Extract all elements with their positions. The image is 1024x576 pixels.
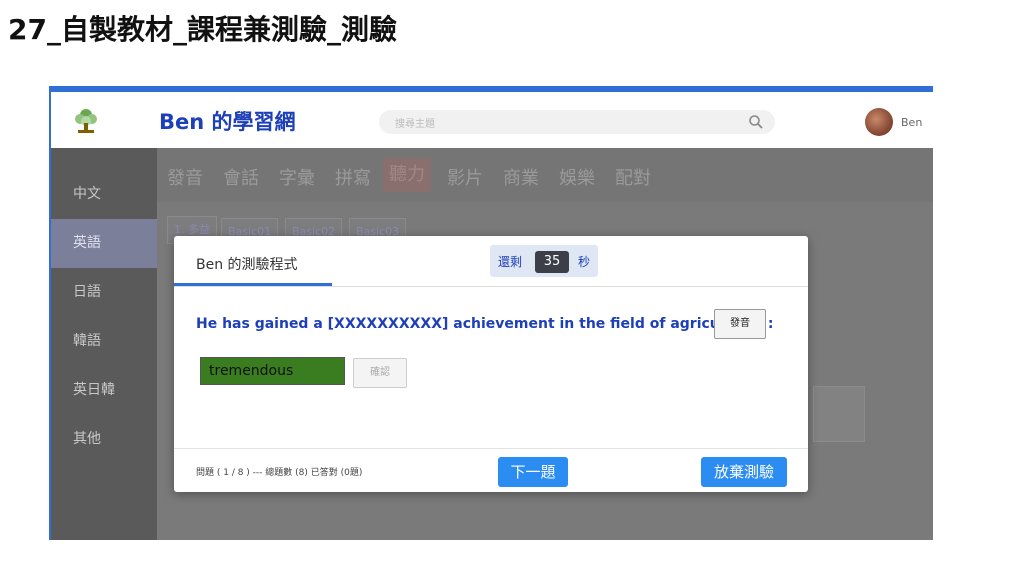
quiz-status: 問題 ( 1 / 8 ) --- 總題數 (8) 已答對 (0題): [196, 468, 363, 478]
slide-title: 27_自製教材_課程兼測驗_測驗: [8, 13, 397, 46]
answer-input[interactable]: tremendous: [200, 357, 345, 385]
question-text: He has gained a [XXXXXXXXXX] achievement…: [196, 316, 774, 332]
modal-footer: 問題 ( 1 / 8 ) --- 總題數 (8) 已答對 (0題) 下一題 放棄…: [174, 448, 808, 493]
confirm-button[interactable]: 確認: [353, 358, 407, 388]
tab-quiz-program[interactable]: Ben 的測驗程式: [174, 236, 332, 286]
timer-suffix: 秒: [578, 255, 591, 269]
quiz-modal: Ben 的測驗程式 還剩 35 秒 He has gained a [XXXXX…: [174, 236, 808, 492]
timer-prefix: 還剩: [498, 255, 523, 269]
next-question-button[interactable]: 下一題: [498, 457, 568, 487]
countdown-timer: 還剩 35 秒: [490, 245, 598, 277]
quit-quiz-button[interactable]: 放棄測驗: [701, 457, 787, 487]
timer-value: 35: [535, 251, 569, 273]
pronounce-button[interactable]: 發音: [714, 309, 766, 339]
modal-header: Ben 的測驗程式 還剩 35 秒: [174, 236, 808, 287]
modal-tab-label: Ben 的測驗程式: [196, 257, 298, 273]
